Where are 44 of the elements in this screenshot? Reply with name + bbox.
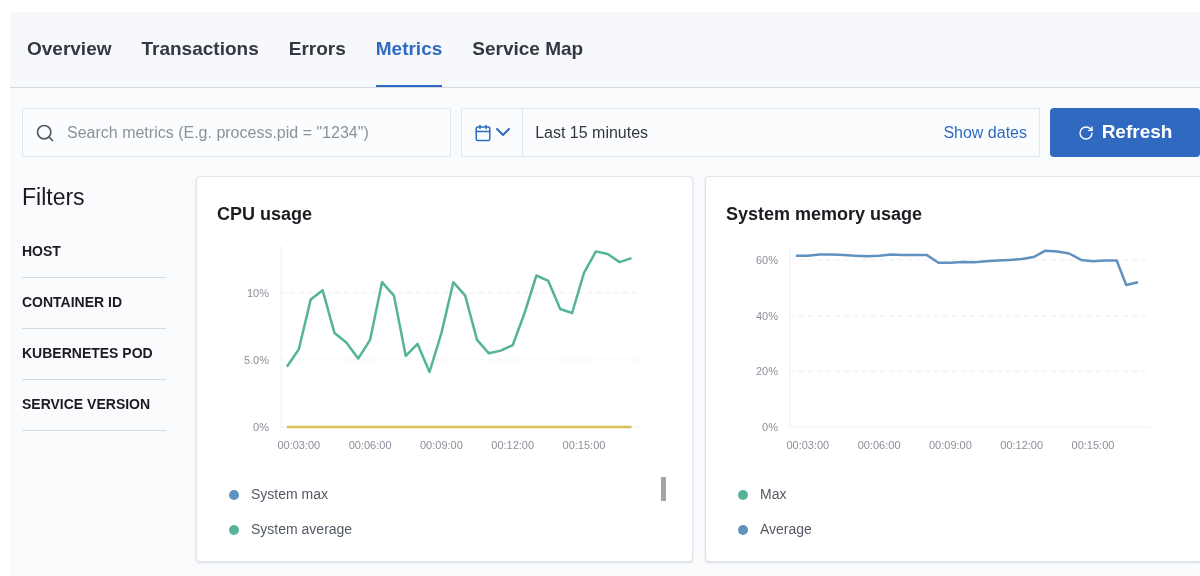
x-tick-label: 00:09:00	[420, 439, 463, 451]
refresh-button[interactable]: Refresh	[1050, 108, 1200, 157]
tab[interactable]: Transactions	[141, 34, 259, 87]
y-tick-label: 60%	[755, 253, 778, 266]
y-tick-label: 5.0%	[243, 353, 269, 366]
y-tick-label: 40%	[755, 309, 778, 322]
filter-item[interactable]: CONTAINER ID	[22, 277, 166, 329]
calendar-icon	[474, 123, 493, 142]
y-tick-label: 10%	[246, 286, 269, 299]
filters-title: Filters	[22, 183, 86, 212]
x-tick-label: 00:15:00	[1071, 439, 1115, 451]
x-tick-label: 00:12:00	[1000, 439, 1044, 451]
tab[interactable]: Service Map	[472, 34, 584, 87]
refresh-icon	[1077, 124, 1094, 141]
legend-label[interactable]: System average	[251, 519, 353, 540]
y-tick-label: 0%	[762, 421, 778, 433]
legend-label[interactable]: Max	[760, 484, 787, 505]
x-tick-label: 00:09:00	[929, 439, 972, 451]
date-picker[interactable]: Last 15 minutes Show dates	[461, 108, 1040, 157]
x-tick-label: 00:03:00	[277, 439, 321, 451]
filter-item[interactable]: HOST	[22, 226, 166, 278]
x-tick-label: 00:06:00	[857, 439, 901, 451]
x-tick-label: 00:12:00	[491, 439, 535, 451]
legend-label[interactable]: Average	[760, 519, 812, 540]
y-tick-label: 20%	[755, 365, 778, 378]
tab[interactable]: Overview	[27, 34, 112, 87]
filter-item[interactable]: KUBERNETES POD	[22, 328, 166, 380]
chart-title: System memory usage	[726, 203, 924, 226]
y-tick-label: 0%	[253, 421, 269, 433]
scrollbar[interactable]	[661, 477, 666, 501]
search-icon	[35, 122, 55, 143]
date-range-text: Last 15 minutes	[535, 122, 649, 143]
filter-item[interactable]: SERVICE VERSION	[22, 379, 166, 431]
show-dates-link[interactable]: Show dates	[943, 120, 1027, 145]
search-field[interactable]: Search metrics (E.g. process.pid = "1234")	[22, 108, 452, 157]
legend-label[interactable]: System max	[251, 484, 328, 505]
chevron-down-icon	[496, 128, 511, 137]
tab[interactable]: Errors	[288, 34, 346, 87]
x-tick-label: 00:15:00	[562, 439, 606, 451]
tab[interactable]: Metrics	[375, 34, 443, 87]
search-input[interactable]: Search metrics (E.g. process.pid = "1234")	[67, 120, 439, 145]
x-tick-label: 00:03:00	[786, 439, 830, 451]
chart-title: CPU usage	[217, 203, 314, 226]
x-tick-label: 00:06:00	[348, 439, 392, 451]
